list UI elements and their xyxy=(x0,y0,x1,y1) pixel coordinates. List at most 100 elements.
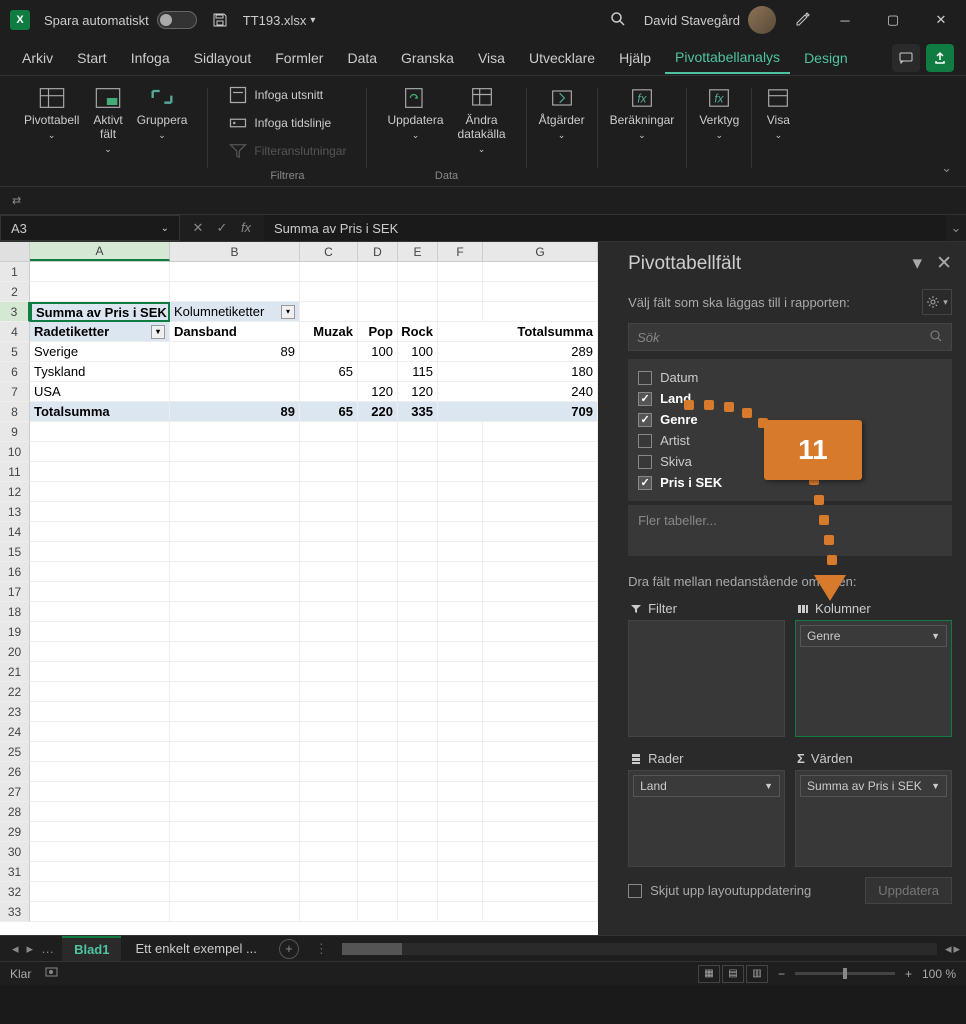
collapse-ribbon-icon[interactable]: ⌄ xyxy=(941,160,952,176)
row-field-land[interactable]: Land▼ xyxy=(633,775,780,797)
sheet-more-icon[interactable]: … xyxy=(41,941,54,957)
panel-close-icon[interactable]: ✕ xyxy=(936,252,952,275)
view-pagelayout-button[interactable]: ▤ xyxy=(722,965,744,983)
tab-utvecklare[interactable]: Utvecklare xyxy=(519,43,605,73)
filter-group-label: Filtrera xyxy=(270,170,304,186)
col-header-b[interactable]: B xyxy=(170,242,300,261)
pen-icon[interactable] xyxy=(794,10,812,31)
cancel-formula-icon[interactable]: ✕ xyxy=(188,220,208,236)
search-icon xyxy=(929,329,943,346)
col-header-g[interactable]: G xyxy=(483,242,598,261)
panel-dropdown-icon[interactable]: ▾ xyxy=(913,252,923,275)
tools-button[interactable]: fx Verktyg⌄ xyxy=(693,82,745,186)
values-drop-area[interactable]: Summa av Pris i SEK▼ xyxy=(795,770,952,867)
tab-hjalp[interactable]: Hjälp xyxy=(609,43,661,73)
spreadsheet-grid[interactable]: A B C D E F G 123Summa av Pris i SEKKolu… xyxy=(0,242,598,935)
close-button[interactable]: ✕ xyxy=(926,5,956,35)
annotation-callout: 11 xyxy=(764,420,862,480)
column-field-genre[interactable]: Genre▼ xyxy=(800,625,947,647)
tab-granska[interactable]: Granska xyxy=(391,43,464,73)
comments-button[interactable] xyxy=(892,44,920,72)
insert-timeline-button[interactable]: Infoga tidslinje xyxy=(222,110,352,136)
drag-instruction: Dra fält mellan nedanstående områden: xyxy=(628,574,952,589)
zoom-level[interactable]: 100 % xyxy=(922,967,956,981)
group-button[interactable]: Gruppera⌄ xyxy=(131,82,194,159)
filter-area-title: Filter xyxy=(628,597,785,620)
autosave-toggle[interactable]: Spara automatiskt xyxy=(44,11,197,29)
avatar xyxy=(748,6,776,34)
formula-input[interactable] xyxy=(264,215,946,241)
sheet-tab-bar: ◂ ▸ … Blad1 Ett enkelt exempel ... + ⋮ ◂… xyxy=(0,935,966,961)
user-account[interactable]: David Stavegård xyxy=(644,6,776,34)
gear-icon[interactable]: ▾ xyxy=(922,289,952,315)
svg-text:fx: fx xyxy=(715,93,725,106)
sheet-tab-exempel[interactable]: Ett enkelt exempel ... xyxy=(123,937,268,960)
horizontal-scrollbar[interactable] xyxy=(342,943,937,955)
save-icon[interactable] xyxy=(211,11,229,29)
view-pagebreak-button[interactable]: ▥ xyxy=(746,965,768,983)
quick-access-dropdown[interactable]: ⇄ xyxy=(12,194,21,207)
tab-arkiv[interactable]: Arkiv xyxy=(12,43,63,73)
tab-formler[interactable]: Formler xyxy=(265,43,333,73)
name-box[interactable]: A3⌄ xyxy=(0,215,180,241)
maximize-button[interactable]: ▢ xyxy=(878,5,908,35)
search-icon[interactable] xyxy=(610,11,626,30)
tab-visa[interactable]: Visa xyxy=(468,43,515,73)
tab-sidlayout[interactable]: Sidlayout xyxy=(184,43,262,73)
view-normal-button[interactable]: ▦ xyxy=(698,965,720,983)
fx-icon[interactable]: fx xyxy=(236,220,256,236)
update-button[interactable]: Uppdatera xyxy=(865,877,952,904)
col-header-f[interactable]: F xyxy=(438,242,483,261)
field-datum[interactable]: Datum xyxy=(638,367,942,388)
status-bar: Klar ▦ ▤ ▥ − + 100 % xyxy=(0,961,966,985)
filter-drop-area[interactable] xyxy=(628,620,785,737)
col-header-c[interactable]: C xyxy=(300,242,358,261)
refresh-button[interactable]: Uppdatera⌄ xyxy=(381,82,449,159)
share-button[interactable] xyxy=(926,44,954,72)
formula-bar: A3⌄ ✕ ✓ fx ⌄ xyxy=(0,214,966,242)
filter-connections-button: Filteranslutningar xyxy=(222,138,352,164)
expand-formula-icon[interactable]: ⌄ xyxy=(946,220,966,236)
change-datasource-button[interactable]: Ändra datakälla⌄ xyxy=(452,82,512,159)
accept-formula-icon[interactable]: ✓ xyxy=(212,220,232,236)
panel-title: Pivottabellfält xyxy=(628,253,741,275)
actions-button[interactable]: Åtgärder⌄ xyxy=(533,82,591,186)
zoom-out-button[interactable]: − xyxy=(778,967,785,981)
defer-label: Skjut upp layoutuppdatering xyxy=(650,883,811,898)
tab-start[interactable]: Start xyxy=(67,43,117,73)
col-header-d[interactable]: D xyxy=(358,242,398,261)
macro-record-icon[interactable] xyxy=(45,965,61,982)
status-ready: Klar xyxy=(10,967,31,981)
insert-slicer-button[interactable]: Infoga utsnitt xyxy=(222,82,352,108)
more-tables-link[interactable]: Fler tabeller... xyxy=(638,509,942,552)
values-area-title: Σ Värden xyxy=(795,747,952,770)
sheet-next-icon[interactable]: ▸ xyxy=(27,941,34,957)
columns-drop-area[interactable]: Genre▼ xyxy=(795,620,952,737)
tab-pivottabellanalys[interactable]: Pivottabellanalys xyxy=(665,42,790,74)
annotation-arrow-icon xyxy=(814,575,846,601)
defer-checkbox[interactable] xyxy=(628,884,642,898)
sheet-prev-icon[interactable]: ◂ xyxy=(12,941,19,957)
ribbon-extra-bar: ⇄ xyxy=(0,186,966,214)
tab-data[interactable]: Data xyxy=(337,43,387,73)
add-sheet-button[interactable]: + xyxy=(279,939,299,959)
sheet-tab-blad1[interactable]: Blad1 xyxy=(62,936,121,961)
col-header-e[interactable]: E xyxy=(398,242,438,261)
filename[interactable]: TT193.xlsx▾ xyxy=(243,13,316,28)
pivottable-button[interactable]: Pivottabell⌄ xyxy=(18,82,85,159)
zoom-slider[interactable] xyxy=(795,972,895,975)
tab-design[interactable]: Design xyxy=(794,43,858,73)
active-field-button[interactable]: Aktivt fält⌄ xyxy=(87,82,128,159)
tab-infoga[interactable]: Infoga xyxy=(121,43,180,73)
search-input[interactable]: Sök xyxy=(628,323,952,351)
pivot-fields-panel: Pivottabellfält ▾ ✕ Välj fält som ska lä… xyxy=(614,242,966,935)
value-field-pris[interactable]: Summa av Pris i SEK▼ xyxy=(800,775,947,797)
col-header-a[interactable]: A xyxy=(30,242,170,261)
calculations-button[interactable]: fx Beräkningar⌄ xyxy=(604,82,681,186)
vertical-scrollbar[interactable] xyxy=(598,242,614,935)
rows-drop-area[interactable]: Land▼ xyxy=(628,770,785,867)
zoom-in-button[interactable]: + xyxy=(905,967,912,981)
minimize-button[interactable]: ─ xyxy=(830,5,860,35)
show-button[interactable]: Visa⌄ xyxy=(758,82,798,186)
select-all-corner[interactable] xyxy=(0,242,30,261)
